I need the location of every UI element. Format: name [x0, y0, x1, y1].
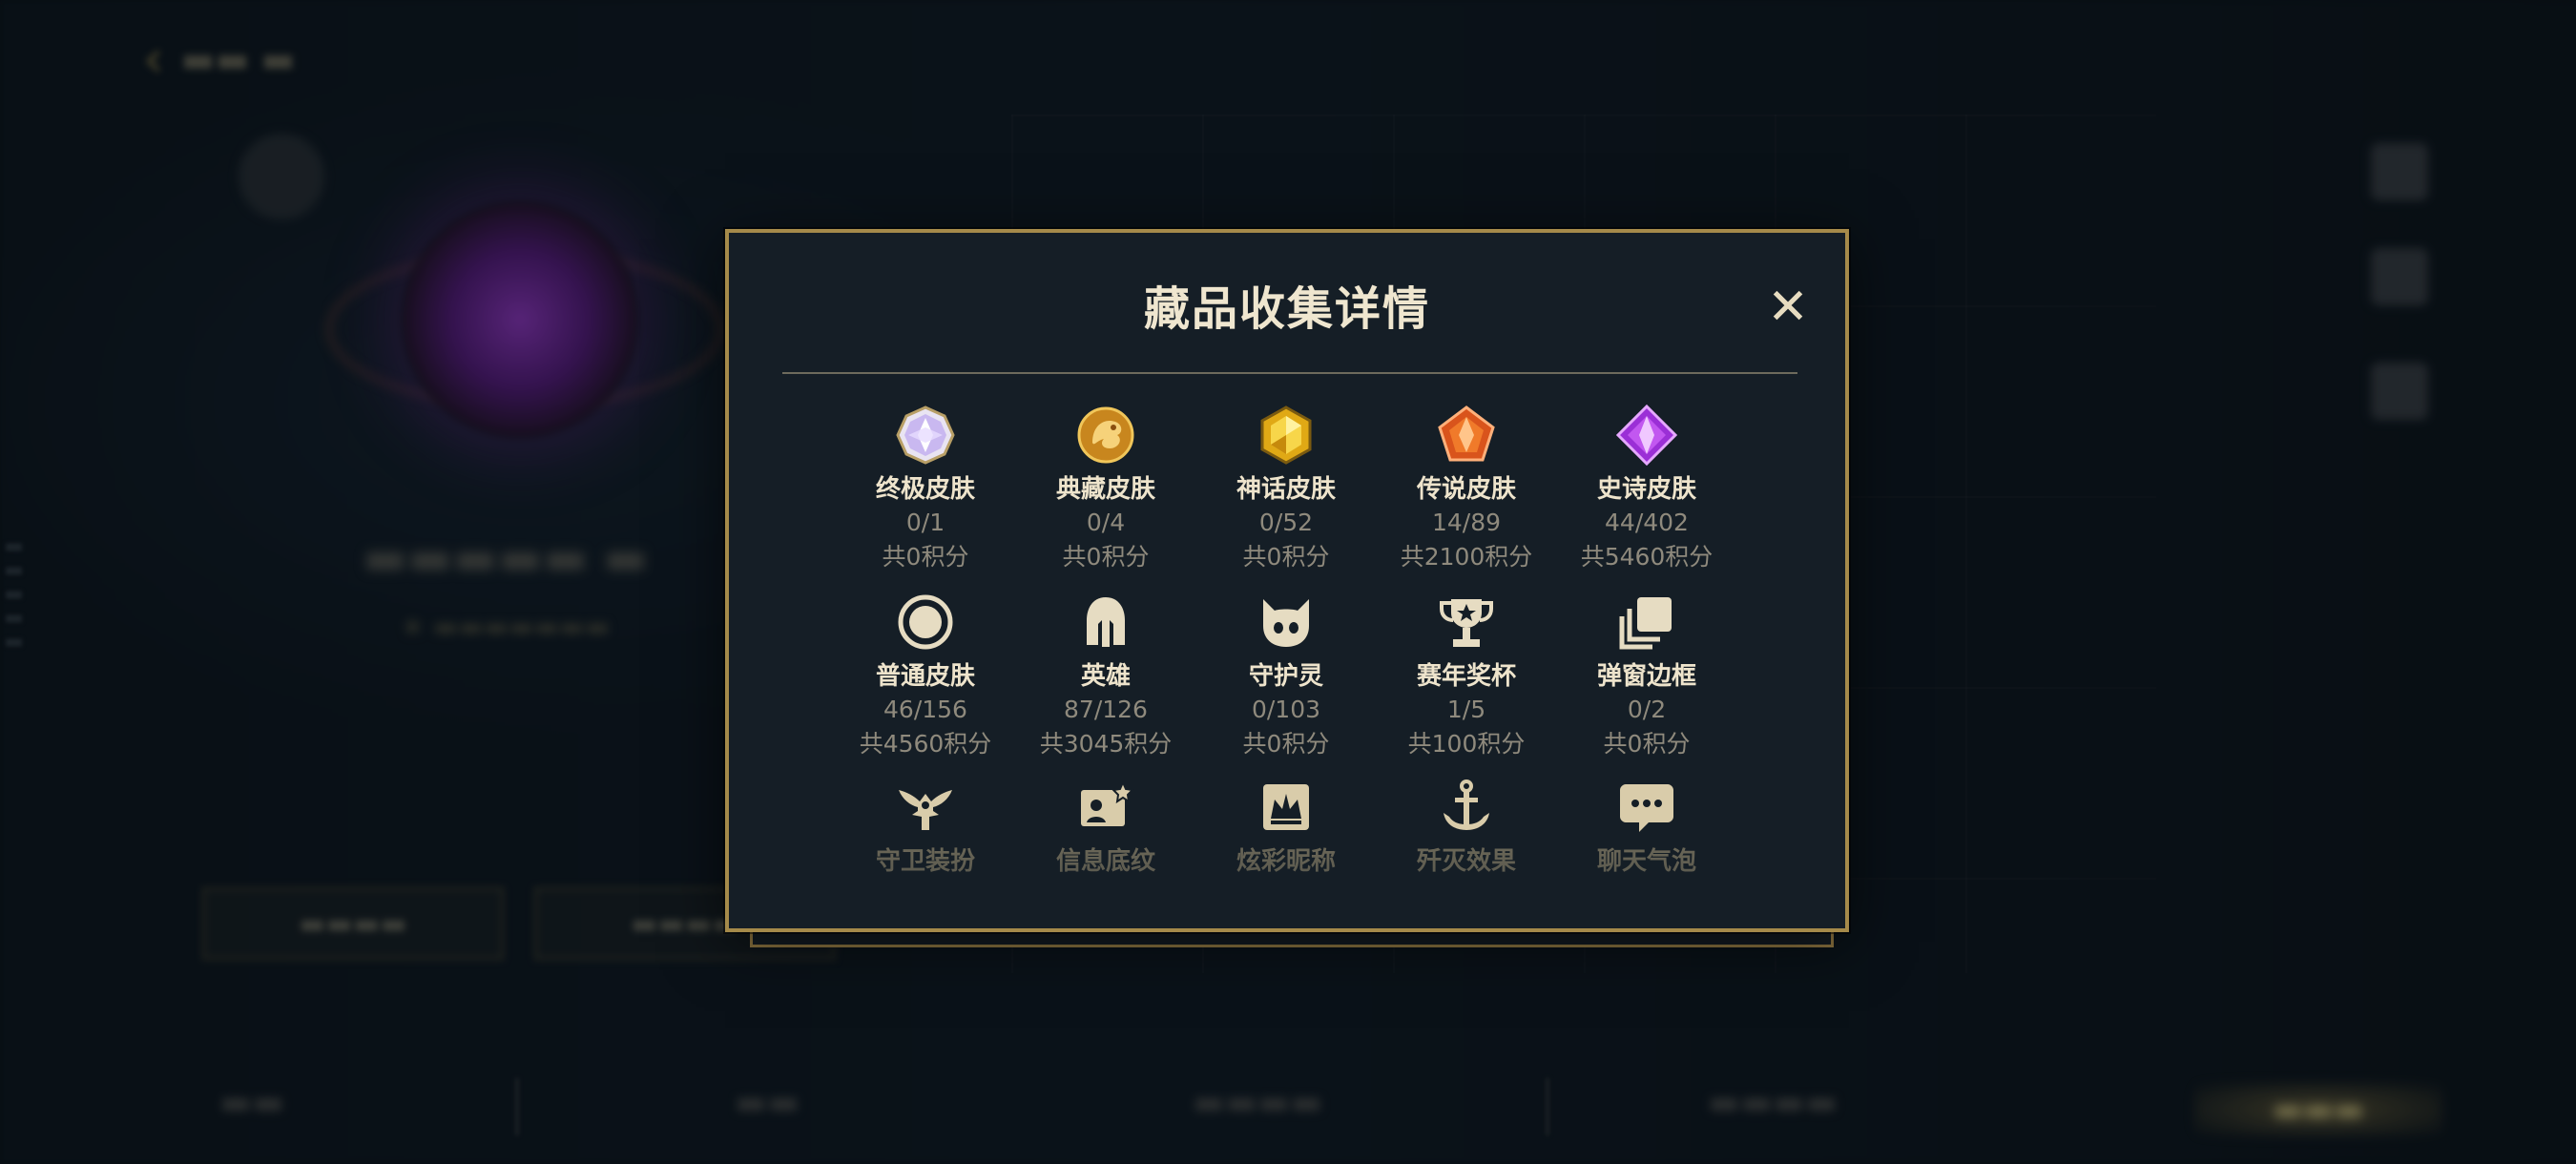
info-card-icon: [1081, 779, 1135, 826]
item-name: 信息底纹: [1055, 847, 1155, 876]
guardian-spirit-icon: [1263, 599, 1309, 647]
item-points: 共3045积分: [1039, 730, 1173, 758]
item-count: 0/103: [1251, 696, 1321, 723]
colorful-nickname-icon: [1263, 784, 1309, 830]
collection-grid: 终极皮肤 0/1 共0积分 典藏皮肤 0/4 共0积分 神话皮肤 0/52 共0…: [729, 233, 1845, 928]
item-count: 14/89: [1431, 509, 1502, 536]
collection-item-normal-skin[interactable]: 普通皮肤 46/156 共4560积分: [835, 592, 1016, 761]
collection-item-ultimate-skin[interactable]: 终极皮肤 0/1 共0积分: [835, 405, 1016, 574]
collection-item-colorful-nickname[interactable]: 炫彩昵称: [1195, 777, 1377, 878]
item-name: 神话皮肤: [1236, 475, 1336, 504]
item-count: 0/1: [905, 509, 945, 536]
item-name: 歼灭效果: [1416, 847, 1516, 876]
collection-item-hero[interactable]: 英雄 87/126 共3045积分: [1015, 592, 1196, 761]
collection-item-popup-frame[interactable]: 弹窗边框 0/2 共0积分: [1556, 592, 1737, 761]
legendary-skin-icon: [1438, 405, 1495, 462]
item-name: 守护灵: [1248, 662, 1323, 691]
collection-item-mythic-skin[interactable]: 神话皮肤 0/52 共0积分: [1195, 405, 1377, 574]
item-points: 共0积分: [882, 543, 969, 571]
collection-item-chat-bubble[interactable]: 聊天气泡: [1556, 777, 1737, 878]
item-name: 普通皮肤: [875, 662, 975, 691]
item-points: 共0积分: [1062, 543, 1150, 571]
item-name: 聊天气泡: [1596, 847, 1696, 876]
item-points: 共4560积分: [859, 730, 992, 758]
item-name: 史诗皮肤: [1596, 475, 1696, 504]
item-points: 共100积分: [1407, 730, 1526, 758]
normal-skin-icon: [898, 594, 953, 650]
epic-skin-icon: [1616, 405, 1677, 466]
item-count: 0/2: [1627, 696, 1667, 723]
item-name: 终极皮肤: [875, 475, 975, 504]
annihilation-effect-icon: [1444, 779, 1489, 830]
item-count: 0/4: [1086, 509, 1126, 536]
item-points: 共2100积分: [1400, 543, 1533, 571]
collection-item-legendary-skin[interactable]: 传说皮肤 14/89 共2100积分: [1376, 405, 1557, 574]
collection-item-info-card[interactable]: 信息底纹: [1015, 777, 1196, 878]
collector-skin-icon: [1077, 406, 1134, 464]
collection-item-epic-skin[interactable]: 史诗皮肤 44/402 共5460积分: [1556, 405, 1737, 574]
item-name: 英雄: [1080, 662, 1131, 691]
item-count: 87/126: [1064, 696, 1148, 723]
item-points: 共0积分: [1603, 730, 1691, 758]
item-count: 44/402: [1605, 509, 1689, 536]
item-points: 共5460积分: [1580, 543, 1714, 571]
chat-bubble-icon: [1620, 784, 1673, 832]
item-name: 典藏皮肤: [1055, 475, 1155, 504]
item-name: 弹窗边框: [1596, 662, 1696, 691]
collection-item-ward-skin[interactable]: 守卫装扮: [835, 777, 1016, 878]
popup-frame-icon: [1619, 597, 1672, 650]
collection-item-guardian-spirit[interactable]: 守护灵 0/103 共0积分: [1195, 592, 1377, 761]
hero-helmet-icon: [1087, 597, 1125, 647]
ward-skin-icon: [899, 790, 952, 830]
item-name: 赛年奖杯: [1416, 662, 1516, 691]
item-count: 46/156: [883, 696, 967, 723]
ultimate-skin-icon: [896, 405, 955, 465]
trophy-icon: [1440, 599, 1493, 647]
collection-item-annihilation-effect[interactable]: 歼灭效果: [1376, 777, 1557, 878]
item-count: 1/5: [1446, 696, 1486, 723]
item-points: 共0积分: [1242, 543, 1330, 571]
item-name: 炫彩昵称: [1236, 847, 1336, 876]
item-points: 共0积分: [1242, 730, 1330, 758]
item-name: 守卫装扮: [875, 847, 975, 876]
mythic-skin-icon: [1260, 405, 1312, 465]
collection-details-modal: 藏品收集详情 ✕ 终极皮肤 0/1 共0积分 典藏皮肤 0/4 共0积分 神话皮…: [725, 229, 1849, 932]
item-count: 0/52: [1258, 509, 1314, 536]
collection-item-collector-skin[interactable]: 典藏皮肤 0/4 共0积分: [1015, 405, 1196, 574]
item-name: 传说皮肤: [1416, 475, 1516, 504]
collection-item-season-trophy[interactable]: 赛年奖杯 1/5 共100积分: [1376, 592, 1557, 761]
